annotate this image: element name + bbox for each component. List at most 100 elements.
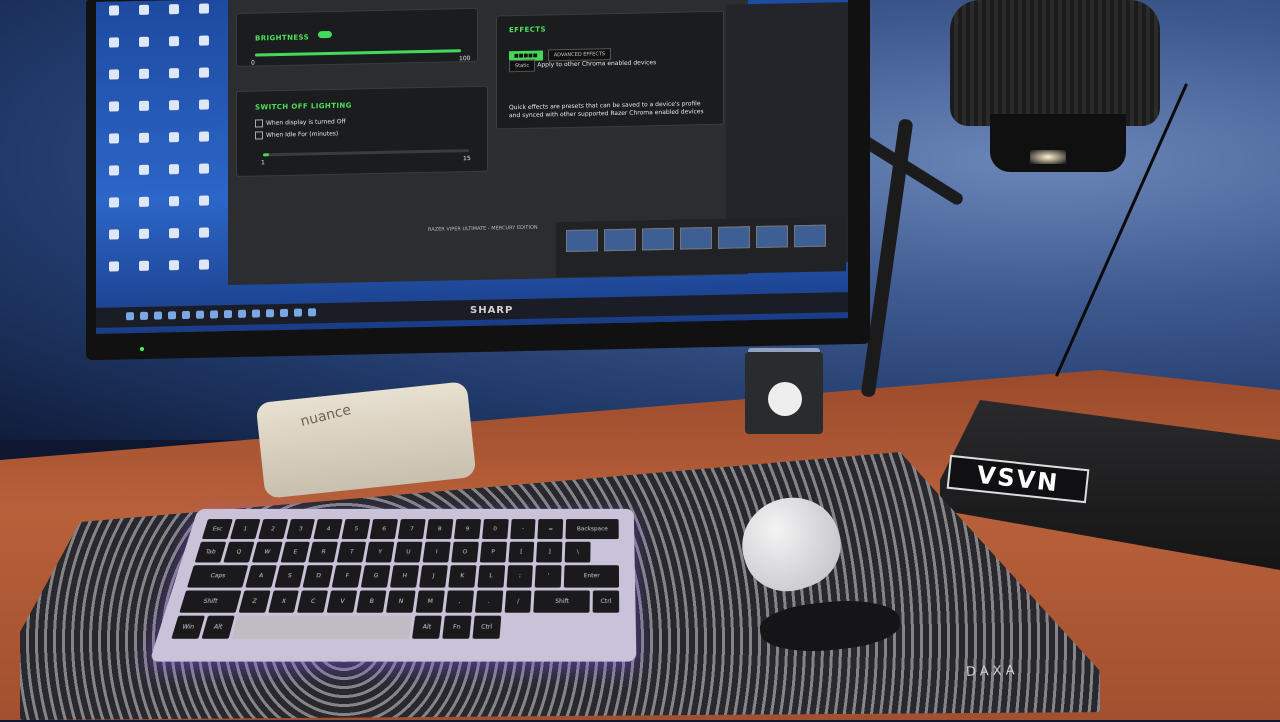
- desktop-shortcut-icon[interactable]: [130, 164, 158, 196]
- app-icon: [109, 69, 119, 80]
- desktop-shortcut-icon[interactable]: [160, 196, 188, 227]
- idle-slider-fill: [263, 153, 270, 157]
- desktop-shortcut-icon[interactable]: [130, 132, 158, 164]
- taskbar-app-icon[interactable]: [182, 310, 190, 320]
- brightness-slider[interactable]: [255, 49, 461, 57]
- desktop-shortcut-icon[interactable]: [100, 5, 128, 36]
- screenshot-thumbnail[interactable]: [794, 224, 826, 248]
- keyboard-key: 1: [229, 519, 261, 540]
- keyboard-key: S: [274, 565, 305, 588]
- desktop-shortcut-icon[interactable]: [160, 132, 188, 163]
- desktop-shortcut-icon[interactable]: [160, 100, 188, 131]
- desktop-shortcut-icon[interactable]: [130, 4, 158, 36]
- desktop-shortcut-icon[interactable]: [160, 260, 188, 291]
- screenshot-thumbnail[interactable]: [680, 226, 712, 250]
- idle-checkbox[interactable]: [255, 131, 263, 140]
- option-display-off[interactable]: When display is turned Off: [255, 118, 346, 128]
- app-icon: [109, 229, 119, 240]
- screenshot-thumbnail[interactable]: [642, 227, 674, 251]
- effect-select[interactable]: Static: [509, 59, 536, 73]
- brightness-slider-fill: [255, 49, 461, 57]
- desktop-shortcut-icon[interactable]: [160, 164, 188, 195]
- desktop-shortcut-icon[interactable]: [100, 69, 128, 100]
- desktop-shortcut-icon[interactable]: [130, 228, 158, 260]
- screenshot-thumbnail[interactable]: [756, 225, 788, 249]
- brightness-label: BRIGHTNESS: [255, 33, 310, 43]
- keyboard-key: T: [336, 541, 367, 563]
- taskbar-app-icon[interactable]: [140, 311, 148, 320]
- keyboard-key: 4: [313, 519, 343, 540]
- keyboard-key: ,: [445, 590, 474, 613]
- app-icon: [139, 68, 149, 79]
- keyboard-key: 9: [453, 519, 481, 540]
- desktop-shortcut-icon[interactable]: [130, 36, 158, 68]
- taskbar-app-icon[interactable]: [252, 309, 260, 318]
- keyboard-key: E: [280, 541, 311, 563]
- desktop-shortcut-icon[interactable]: [190, 163, 218, 194]
- desktop-shortcut-icon[interactable]: [190, 35, 218, 66]
- keyboard-key: Backspace: [565, 519, 619, 540]
- app-icon: [139, 164, 149, 175]
- desktop-shortcut-icon[interactable]: [100, 261, 128, 292]
- taskbar-app-icon[interactable]: [280, 308, 288, 318]
- display-off-checkbox[interactable]: [255, 119, 263, 128]
- mousepad-brand: DAXA: [965, 663, 1019, 680]
- app-icon: [169, 4, 179, 15]
- idle-slider[interactable]: [263, 149, 469, 157]
- desktop-shortcut-icon[interactable]: [160, 36, 188, 67]
- keyboard-key: M: [415, 590, 445, 613]
- desktop-shortcut-icon[interactable]: [130, 100, 158, 132]
- app-icon: [139, 36, 149, 47]
- screenshot-thumbnail[interactable]: [718, 226, 750, 249]
- keyboard-key: 6: [369, 519, 399, 540]
- taskbar-app-icon[interactable]: [126, 312, 134, 321]
- app-icon: [169, 228, 179, 239]
- desktop-shortcut-icon[interactable]: [190, 195, 218, 226]
- desktop-shortcut-icon[interactable]: [100, 37, 128, 68]
- taskbar-app-icon[interactable]: [294, 308, 302, 317]
- desktop-shortcut-icon[interactable]: [190, 99, 218, 130]
- desktop-shortcut-icon[interactable]: [100, 133, 128, 164]
- desktop-shortcut-icon[interactable]: [190, 131, 218, 162]
- screenshot-thumbnail[interactable]: [604, 228, 636, 252]
- desktop-shortcut-icon[interactable]: [100, 101, 128, 132]
- desktop-shortcut-icon[interactable]: [130, 196, 158, 228]
- desktop-shortcut-icon[interactable]: [190, 259, 218, 290]
- desktop-shortcut-icon[interactable]: [190, 3, 218, 34]
- app-icon: [199, 3, 209, 14]
- desktop-shortcut-icon[interactable]: [160, 228, 188, 259]
- desktop-shortcut-icon[interactable]: [130, 260, 158, 292]
- desktop-shortcut-icon[interactable]: [190, 67, 218, 98]
- effects-panel: EFFECTS ■■■■■ ADVANCED EFFECTS Static Ap…: [496, 10, 724, 130]
- keyboard-key: Alt: [201, 615, 235, 639]
- taskbar-app-icon[interactable]: [196, 310, 204, 319]
- desktop-shortcut-icon[interactable]: [160, 4, 188, 35]
- desktop-shortcut-icon[interactable]: [190, 227, 218, 258]
- taskbar-app-icon[interactable]: [238, 309, 246, 318]
- keyboard-key: I: [422, 541, 451, 563]
- taskbar-app-icon[interactable]: [224, 310, 232, 319]
- app-icon: [109, 165, 119, 176]
- app-icon: [139, 100, 149, 111]
- mechanical-keyboard: Esc 1 2 3 4 5 6 7 8 9 0- = Backspace Tab Q W E R T Y U I O P[] \…: [149, 508, 637, 662]
- desktop-shortcut-icon[interactable]: [130, 68, 158, 100]
- monitor-screen: BRIGHTNESS 0 100 SWITCH OFF LIGHTING Whe…: [96, 0, 848, 334]
- brightness-min: 0: [251, 59, 255, 67]
- keyboard-key: B: [356, 590, 387, 613]
- taskbar-app-icon[interactable]: [154, 311, 162, 320]
- keyboard-key: V: [326, 590, 358, 613]
- desktop-shortcut-icon[interactable]: [100, 229, 128, 260]
- desktop-shortcut-icon[interactable]: [100, 165, 128, 196]
- taskbar-app-icon[interactable]: [168, 311, 176, 320]
- desktop-shortcut-icon[interactable]: [100, 197, 128, 228]
- taskbar-app-icon[interactable]: [210, 310, 218, 319]
- apply-other-devices[interactable]: Apply to other Chroma enabled devices: [537, 59, 656, 68]
- option-idle[interactable]: When Idle For (minutes): [255, 130, 338, 140]
- taskbar-app-icon[interactable]: [308, 308, 316, 317]
- taskbar-app-icon[interactable]: [266, 309, 274, 318]
- screenshot-thumbnail[interactable]: [566, 229, 598, 253]
- app-icon: [109, 133, 119, 144]
- brightness-toggle[interactable]: [318, 30, 333, 39]
- desktop-shortcut-icon[interactable]: [160, 68, 188, 99]
- keyboard-key: J: [419, 565, 448, 588]
